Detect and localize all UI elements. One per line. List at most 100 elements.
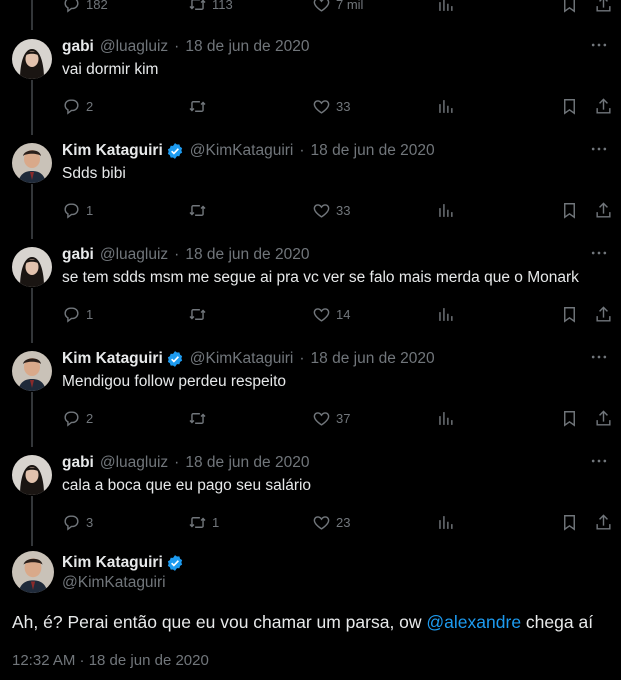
reply-count: 182 <box>86 0 108 12</box>
retweet-button[interactable]: 113 <box>188 0 233 16</box>
views-button[interactable] <box>436 0 455 16</box>
retweet-button[interactable] <box>188 198 212 222</box>
share-icon <box>596 201 611 218</box>
reply-count: 3 <box>86 514 94 530</box>
author-name[interactable]: Kim Kataguiri <box>62 349 163 369</box>
like-button[interactable]: 33 <box>312 198 350 222</box>
bookmark-button[interactable] <box>560 406 579 430</box>
reply-icon <box>64 0 79 13</box>
mention-link[interactable]: @alexandre <box>426 612 521 632</box>
tweet-date[interactable]: 18 de jun de 2020 <box>185 453 309 473</box>
author-name[interactable]: gabi <box>62 245 94 265</box>
avatar[interactable] <box>12 455 52 495</box>
author-block: Kim Kataguiri @KimKataguiri <box>62 553 184 593</box>
reply-button[interactable]: 182 <box>62 0 108 16</box>
retweet-button[interactable] <box>188 406 212 430</box>
reply-tweet[interactable]: Kim Kataguiri @KimKataguiri · 18 de jun … <box>0 343 621 447</box>
bookmark-button[interactable] <box>560 94 579 118</box>
reply-button[interactable]: 2 <box>62 406 93 430</box>
author-handle[interactable]: @KimKataguiri <box>190 349 294 369</box>
heart-icon <box>313 307 330 322</box>
tweet-date[interactable]: 18 de jun de 2020 <box>185 245 309 265</box>
tweet-date[interactable]: 18 de jun de 2020 <box>311 141 435 161</box>
avatar[interactable] <box>12 551 54 593</box>
reply-button[interactable]: 1 <box>62 198 93 222</box>
tweet-actions: 3 1 23 <box>62 510 613 534</box>
tweet-date[interactable]: 18 de jun de 2020 <box>185 37 309 57</box>
separator-dot: · <box>299 142 305 159</box>
views-button[interactable] <box>436 94 455 118</box>
like-button[interactable]: 14 <box>312 302 350 326</box>
share-icon <box>596 513 611 530</box>
separator-dot: · <box>299 350 305 367</box>
like-button[interactable]: 37 <box>312 406 350 430</box>
share-button[interactable] <box>594 0 613 16</box>
like-count: 7 mil <box>336 0 364 12</box>
bookmark-button[interactable] <box>560 0 579 16</box>
retweet-count: 113 <box>212 0 233 12</box>
share-button[interactable] <box>594 198 613 222</box>
like-button[interactable]: 33 <box>312 94 350 118</box>
avatar[interactable] <box>12 39 52 79</box>
author-handle[interactable]: @luagluiz <box>100 37 168 57</box>
tweet-text-after: chega aí <box>521 612 594 632</box>
author-name[interactable]: Kim Kataguiri <box>62 141 163 161</box>
author-name[interactable]: gabi <box>62 37 94 57</box>
share-button[interactable] <box>594 302 613 326</box>
more-options-icon[interactable] <box>589 35 609 55</box>
tweet-header: gabi @luagluiz · 18 de jun de 2020 <box>62 453 581 473</box>
share-button[interactable] <box>594 406 613 430</box>
share-button[interactable] <box>594 94 613 118</box>
avatar[interactable] <box>12 247 52 287</box>
avatar[interactable] <box>12 351 52 391</box>
bookmark-button[interactable] <box>560 198 579 222</box>
author-handle[interactable]: @luagluiz <box>100 453 168 473</box>
share-button[interactable] <box>594 510 613 534</box>
views-button[interactable] <box>436 510 455 534</box>
heart-icon <box>313 99 330 114</box>
tweet-header: Kim Kataguiri @KimKataguiri · 18 de jun … <box>62 349 581 369</box>
retweet-button[interactable] <box>188 302 212 326</box>
bookmark-button[interactable] <box>560 510 579 534</box>
reply-button[interactable]: 1 <box>62 302 93 326</box>
reply-tweet[interactable]: gabi @luagluiz · 18 de jun de 2020 vai d… <box>0 31 621 135</box>
heart-icon <box>313 203 330 218</box>
reply-button[interactable]: 3 <box>62 510 93 534</box>
views-button[interactable] <box>436 406 455 430</box>
heart-icon <box>313 0 330 12</box>
views-icon <box>439 411 453 425</box>
verified-badge-icon <box>166 554 184 572</box>
heart-icon <box>313 411 330 426</box>
like-button[interactable]: 23 <box>312 510 350 534</box>
more-options-icon[interactable] <box>589 243 609 263</box>
separator-dot: · <box>174 38 180 55</box>
bookmark-button[interactable] <box>560 302 579 326</box>
bookmark-icon <box>564 514 575 531</box>
reply-tweet[interactable]: gabi @luagluiz · 18 de jun de 2020 cala … <box>0 447 621 551</box>
like-button[interactable]: 7 mil <box>312 0 363 16</box>
retweet-button[interactable]: 1 <box>188 510 219 534</box>
bookmark-icon <box>564 202 575 219</box>
reply-tweet[interactable]: gabi @luagluiz · 18 de jun de 2020 se te… <box>0 239 621 343</box>
more-options-icon[interactable] <box>589 347 609 367</box>
author-handle[interactable]: @KimKataguiri <box>62 573 184 593</box>
retweet-icon <box>189 204 206 216</box>
views-button[interactable] <box>436 302 455 326</box>
tweet-text: cala a boca que eu pago seu salário <box>62 477 312 494</box>
author-handle[interactable]: @KimKataguiri <box>190 141 294 161</box>
more-options-icon[interactable] <box>589 451 609 471</box>
tweet-timestamp[interactable]: 12:32 AM · 18 de jun de 2020 <box>12 652 209 669</box>
author-handle[interactable]: @luagluiz <box>100 245 168 265</box>
retweet-button[interactable] <box>188 94 212 118</box>
reply-button[interactable]: 2 <box>62 94 93 118</box>
retweet-icon <box>189 516 206 528</box>
author-name[interactable]: Kim Kataguiri <box>62 553 163 573</box>
tweet-date[interactable]: 18 de jun de 2020 <box>311 349 435 369</box>
retweet-icon <box>189 0 206 10</box>
views-button[interactable] <box>436 198 455 222</box>
author-name[interactable]: gabi <box>62 453 94 473</box>
avatar[interactable] <box>12 143 52 183</box>
reply-count: 1 <box>86 202 94 218</box>
more-options-icon[interactable] <box>589 139 609 159</box>
reply-tweet[interactable]: Kim Kataguiri @KimKataguiri · 18 de jun … <box>0 135 621 239</box>
